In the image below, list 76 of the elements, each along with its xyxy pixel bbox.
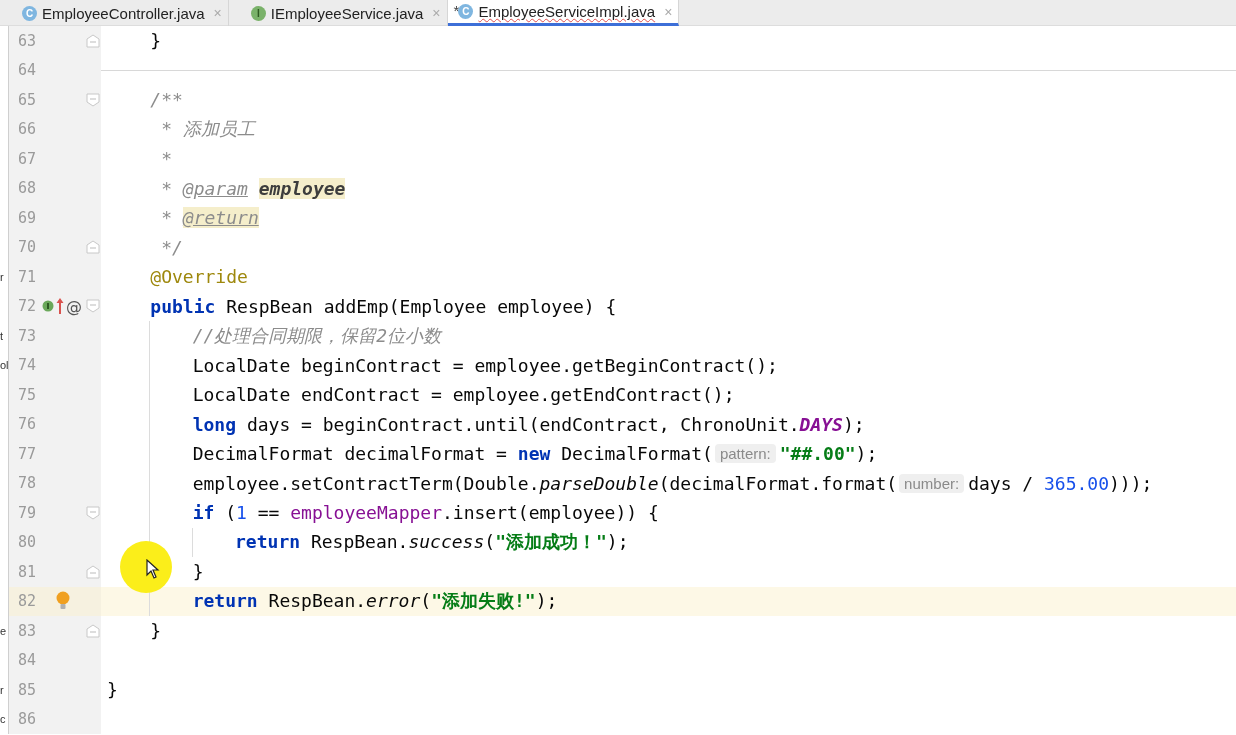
class-icon: C <box>22 5 37 21</box>
line-number: 72 <box>16 297 36 316</box>
code-text: } <box>150 620 162 642</box>
code-text: } <box>150 30 162 52</box>
line-number: 82 <box>16 592 36 611</box>
fold-icon <box>86 92 100 107</box>
fold-icon <box>86 33 100 48</box>
inlay-hint: number: <box>899 473 965 493</box>
code-text: } <box>192 561 204 583</box>
line-number: 78 <box>16 474 36 493</box>
annotation-marker: @ <box>66 296 82 316</box>
panel-text-fragment: c <box>0 713 6 726</box>
line-number: 65 <box>16 90 36 109</box>
tab-label: EmployeeServiceImpl.java <box>478 3 656 20</box>
line-number: 81 <box>16 562 36 581</box>
line-number: 76 <box>16 415 36 434</box>
code-text: if (1 == employeeMapper.insert(employee)) { <box>192 502 659 524</box>
up-arrow-icon <box>56 297 64 316</box>
editor-tab[interactable]: I IEmployeeService.java × <box>228 0 448 26</box>
line-number: 68 <box>16 179 36 198</box>
interface-icon: I <box>250 5 266 21</box>
code-text: @Override <box>150 266 248 288</box>
code-text: employee.setContractTerm(Double.parseDouble(decimalFormat.format( <box>192 472 898 494</box>
code-text: LocalDate beginContract = employee.getBeginContract(); <box>192 354 778 376</box>
code-text: "##.00"); <box>779 443 878 465</box>
line-number: 75 <box>16 385 36 404</box>
fold-icon <box>86 240 100 255</box>
inlay-hint: pattern: <box>714 444 776 464</box>
class-icon: C <box>458 4 474 19</box>
line-number: 85 <box>16 680 36 699</box>
line-number: 80 <box>16 533 36 552</box>
code-text: //处理合同期限，保留2位小数 <box>192 323 442 348</box>
line-number: 70 <box>16 238 36 257</box>
line-number: 73 <box>16 326 36 345</box>
line-number: 64 <box>16 61 36 80</box>
code-text: long days = beginContract.until(endContract, ChronoUnit.DAYS); <box>192 413 865 435</box>
editor-tab[interactable]: * C EmployeeServiceImpl.java × <box>447 0 680 26</box>
implements-icon <box>42 299 54 314</box>
fold-icon <box>86 623 100 638</box>
code-text: LocalDate endContract = employee.getEndContract(); <box>192 384 735 406</box>
code-text: } <box>107 679 118 701</box>
code-text: DecimalFormat decimalFormat = new DecimalFormat( <box>192 443 713 465</box>
line-number: 63 <box>16 31 36 50</box>
code-text: * <box>160 148 173 170</box>
code-text: days / 365.00))); <box>968 472 1153 494</box>
tab-label: EmployeeController.java <box>42 4 205 22</box>
code-text: return RespBean.success("添加成功！"); <box>235 530 629 555</box>
code-text: public RespBean addEmp(Employee employee) { <box>150 295 617 317</box>
code-text: return RespBean.error("添加失败!"); <box>192 589 558 614</box>
panel-text-fragment: r <box>0 270 4 283</box>
code-text: */ <box>160 236 183 258</box>
line-number: 79 <box>16 503 36 522</box>
fold-icon <box>86 564 100 579</box>
tab-label: IEmployeeService.java <box>270 4 424 22</box>
panel-text-fragment: e <box>0 624 7 637</box>
code-text: * @return <box>160 207 259 229</box>
mouse-pointer-icon <box>146 559 160 579</box>
code-text: * @param employee <box>160 177 346 199</box>
line-number: 83 <box>16 621 36 640</box>
code-text: * 添加员工 <box>160 117 255 142</box>
panel-text-fragment: ol <box>0 359 9 372</box>
code-text: /** <box>150 89 183 111</box>
line-number: 66 <box>16 120 36 139</box>
line-number: 86 <box>16 710 36 729</box>
fold-icon <box>86 505 100 520</box>
panel-text-fragment: r <box>0 683 4 696</box>
line-number: 67 <box>16 149 36 168</box>
modified-mark: * <box>453 2 460 19</box>
line-number: 69 <box>16 208 36 227</box>
line-number: 74 <box>16 356 36 375</box>
line-number: 77 <box>16 444 36 463</box>
fold-icon <box>86 299 100 314</box>
light-bulb-icon <box>56 591 70 612</box>
line-number: 71 <box>16 267 36 286</box>
panel-text-fragment: t <box>0 329 4 342</box>
line-number: 84 <box>16 651 36 670</box>
